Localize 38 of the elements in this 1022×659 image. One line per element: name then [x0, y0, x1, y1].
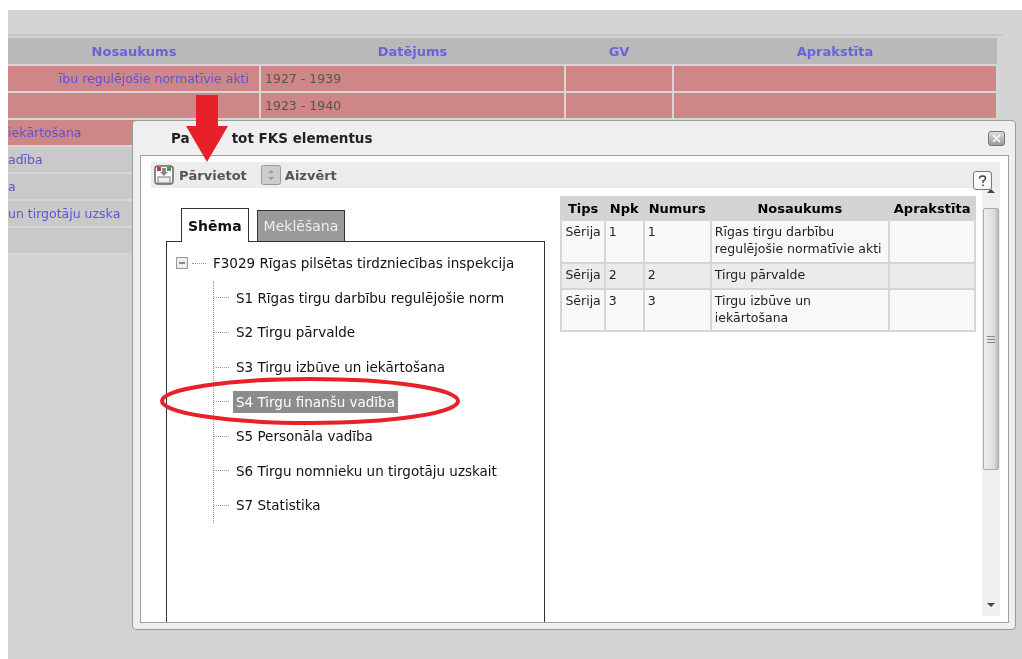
table-cell: 2: [647, 266, 656, 282]
table-cell: Tirgu izbūve un iekārtošana: [714, 292, 811, 325]
help-button[interactable]: [973, 171, 992, 190]
table-cell: 3: [647, 292, 656, 308]
scroll-arrows-icon: [260, 165, 281, 185]
tree-item[interactable]: S5 Personāla vadība: [233, 425, 376, 448]
column-header[interactable]: Aprakstīta: [888, 197, 976, 220]
table-cell: Rīgas tirgu darbību regulējošie normatīvie akti: [714, 224, 882, 256]
table-cell: 1: [647, 224, 656, 239]
column-header[interactable]: Nosaukums: [710, 197, 889, 220]
tree-item[interactable]: F3029 Rīgas pilsētas tirdzniecības inspekcija: [210, 252, 518, 275]
table-cell: Sērija: [565, 292, 601, 308]
scroll-down-icon[interactable]: [987, 602, 996, 608]
tree-item[interactable]: S6 Tirgu nomnieku un tirgotāju uzskait: [233, 459, 500, 482]
column-header[interactable]: Npk: [604, 197, 644, 220]
table-cell: Tirgu pārvalde: [714, 266, 806, 282]
table-cell: 2: [608, 266, 617, 282]
tab[interactable]: Shēma: [181, 208, 249, 242]
scroll-thumb[interactable]: [983, 208, 1000, 470]
close-button[interactable]: [988, 130, 1005, 146]
tree-item[interactable]: S7 Statistika: [233, 494, 324, 517]
table-cell: 1923 - 1940: [260, 92, 565, 119]
table-cell: Sērija: [565, 224, 601, 239]
table-cell: ību regulējošie normatīvie akti: [8, 65, 260, 92]
close-icon: [992, 133, 1001, 143]
dialog-title: Pa: [171, 130, 190, 146]
help-icon: [978, 174, 987, 187]
tree-item[interactable]: S2 Tirgu pārvalde: [233, 321, 359, 344]
table-cell: 3: [608, 292, 617, 308]
table-cell: Sērija: [565, 266, 601, 282]
table-cell: 1: [608, 224, 617, 239]
column-header[interactable]: Tips: [561, 197, 605, 220]
toolbar-button[interactable]: Aizvērt: [260, 165, 337, 185]
tree-item[interactable]: S3 Tirgu izbūve un iekārtošana: [233, 356, 449, 379]
tree-item[interactable]: S1 Rīgas tirgu darbību regulējošie norm: [233, 286, 508, 309]
table-cell: 1927 - 1939: [260, 65, 565, 92]
collapse-icon[interactable]: [176, 257, 190, 270]
column-header[interactable]: Numurs: [643, 197, 711, 220]
